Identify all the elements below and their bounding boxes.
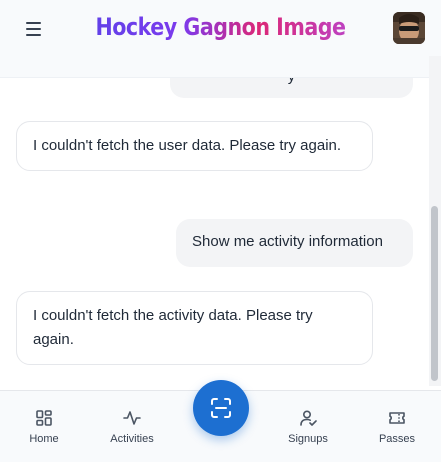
tab-signups-label: Signups [288, 433, 328, 445]
avatar[interactable] [393, 12, 425, 44]
scrollbar-thumb[interactable] [431, 206, 438, 381]
app-title: Hockey Gagnon Image [31, 10, 410, 44]
user-message: y [170, 78, 413, 98]
home-grid-icon [36, 410, 52, 426]
tab-home-label: Home [29, 433, 59, 445]
bot-message: I couldn't fetch the user data. Please t… [16, 121, 373, 171]
bot-message: I couldn't fetch the activity data. Plea… [16, 291, 373, 365]
tab-activities[interactable]: Activities [97, 409, 167, 445]
tab-activities-label: Activities [110, 433, 154, 445]
tab-passes-label: Passes [378, 433, 416, 445]
user-check-icon [300, 410, 317, 426]
tab-signups[interactable]: Signups [273, 409, 343, 445]
scan-button[interactable] [193, 380, 249, 436]
user-message: Show me activity information [176, 219, 413, 267]
scan-icon [211, 398, 231, 418]
tab-home[interactable]: Home [9, 409, 79, 445]
activity-pulse-icon [123, 411, 141, 425]
ticket-icon [389, 412, 405, 424]
tab-passes[interactable]: Passes [362, 409, 432, 445]
chat-thread: y I couldn't fetch the user data. Please… [0, 78, 429, 384]
chat-scrollbar[interactable] [429, 56, 441, 386]
app-header: Hockey Gagnon Image [0, 0, 441, 78]
